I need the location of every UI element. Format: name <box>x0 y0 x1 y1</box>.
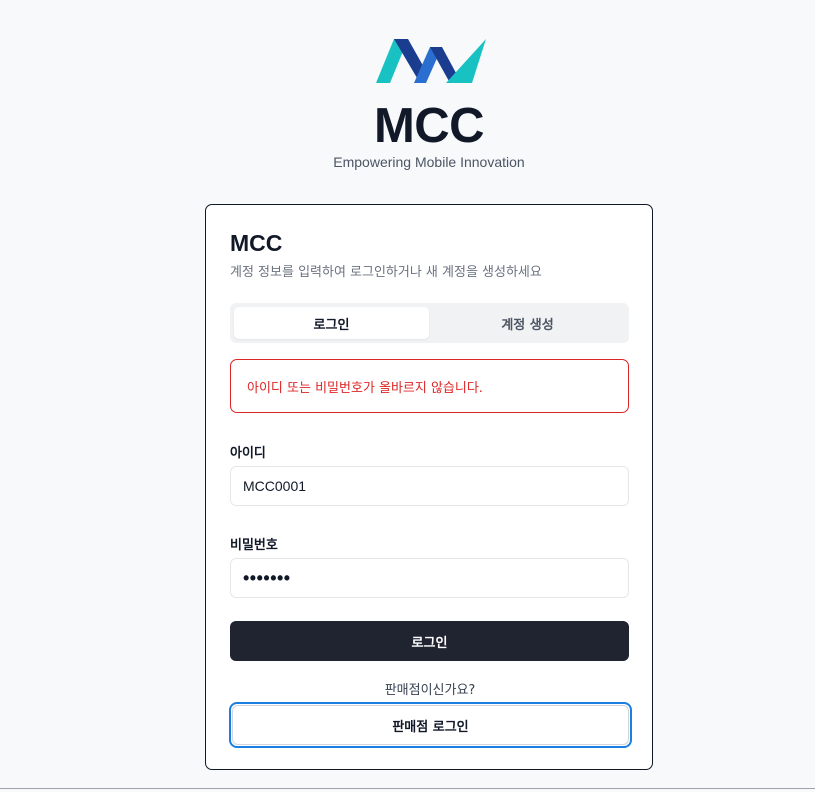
username-input[interactable]: MCC0001 <box>230 466 629 506</box>
login-page: MCC Empowering Mobile Innovation MCC 계정 … <box>0 0 815 792</box>
dealer-login-button[interactable]: 판매점 로그인 <box>229 702 632 748</box>
card-title: MCC <box>230 230 283 256</box>
mcc-logo-icon <box>376 39 486 83</box>
error-message: 아이디 또는 비밀번호가 올바르지 않습니다. <box>247 380 483 396</box>
username-label: 아이디 <box>230 446 266 461</box>
tab-login[interactable]: 로그인 <box>234 307 429 339</box>
username-value: MCC0001 <box>243 478 307 494</box>
error-alert: 아이디 또는 비밀번호가 올바르지 않습니다. <box>230 359 629 413</box>
password-value: ••••••• <box>243 567 291 588</box>
tab-signup[interactable]: 계정 생성 <box>430 307 625 339</box>
auth-tabs: 로그인 계정 생성 <box>230 303 629 343</box>
dealer-login-label: 판매점 로그인 <box>392 719 469 735</box>
login-button[interactable]: 로그인 <box>230 621 629 661</box>
login-card: MCC 계정 정보를 입력하여 로그인하거나 새 계정을 생성하세요 로그인 계… <box>205 204 653 770</box>
brand-tagline: Empowering Mobile Innovation <box>333 154 525 170</box>
page-divider <box>0 788 815 789</box>
password-input[interactable]: ••••••• <box>230 558 629 598</box>
brand-title: MCC <box>373 99 485 153</box>
password-label: 비밀번호 <box>230 538 278 553</box>
dealer-hint: 판매점이신가요? <box>384 683 476 698</box>
card-subtitle: 계정 정보를 입력하여 로그인하거나 새 계정을 생성하세요 <box>230 265 542 280</box>
